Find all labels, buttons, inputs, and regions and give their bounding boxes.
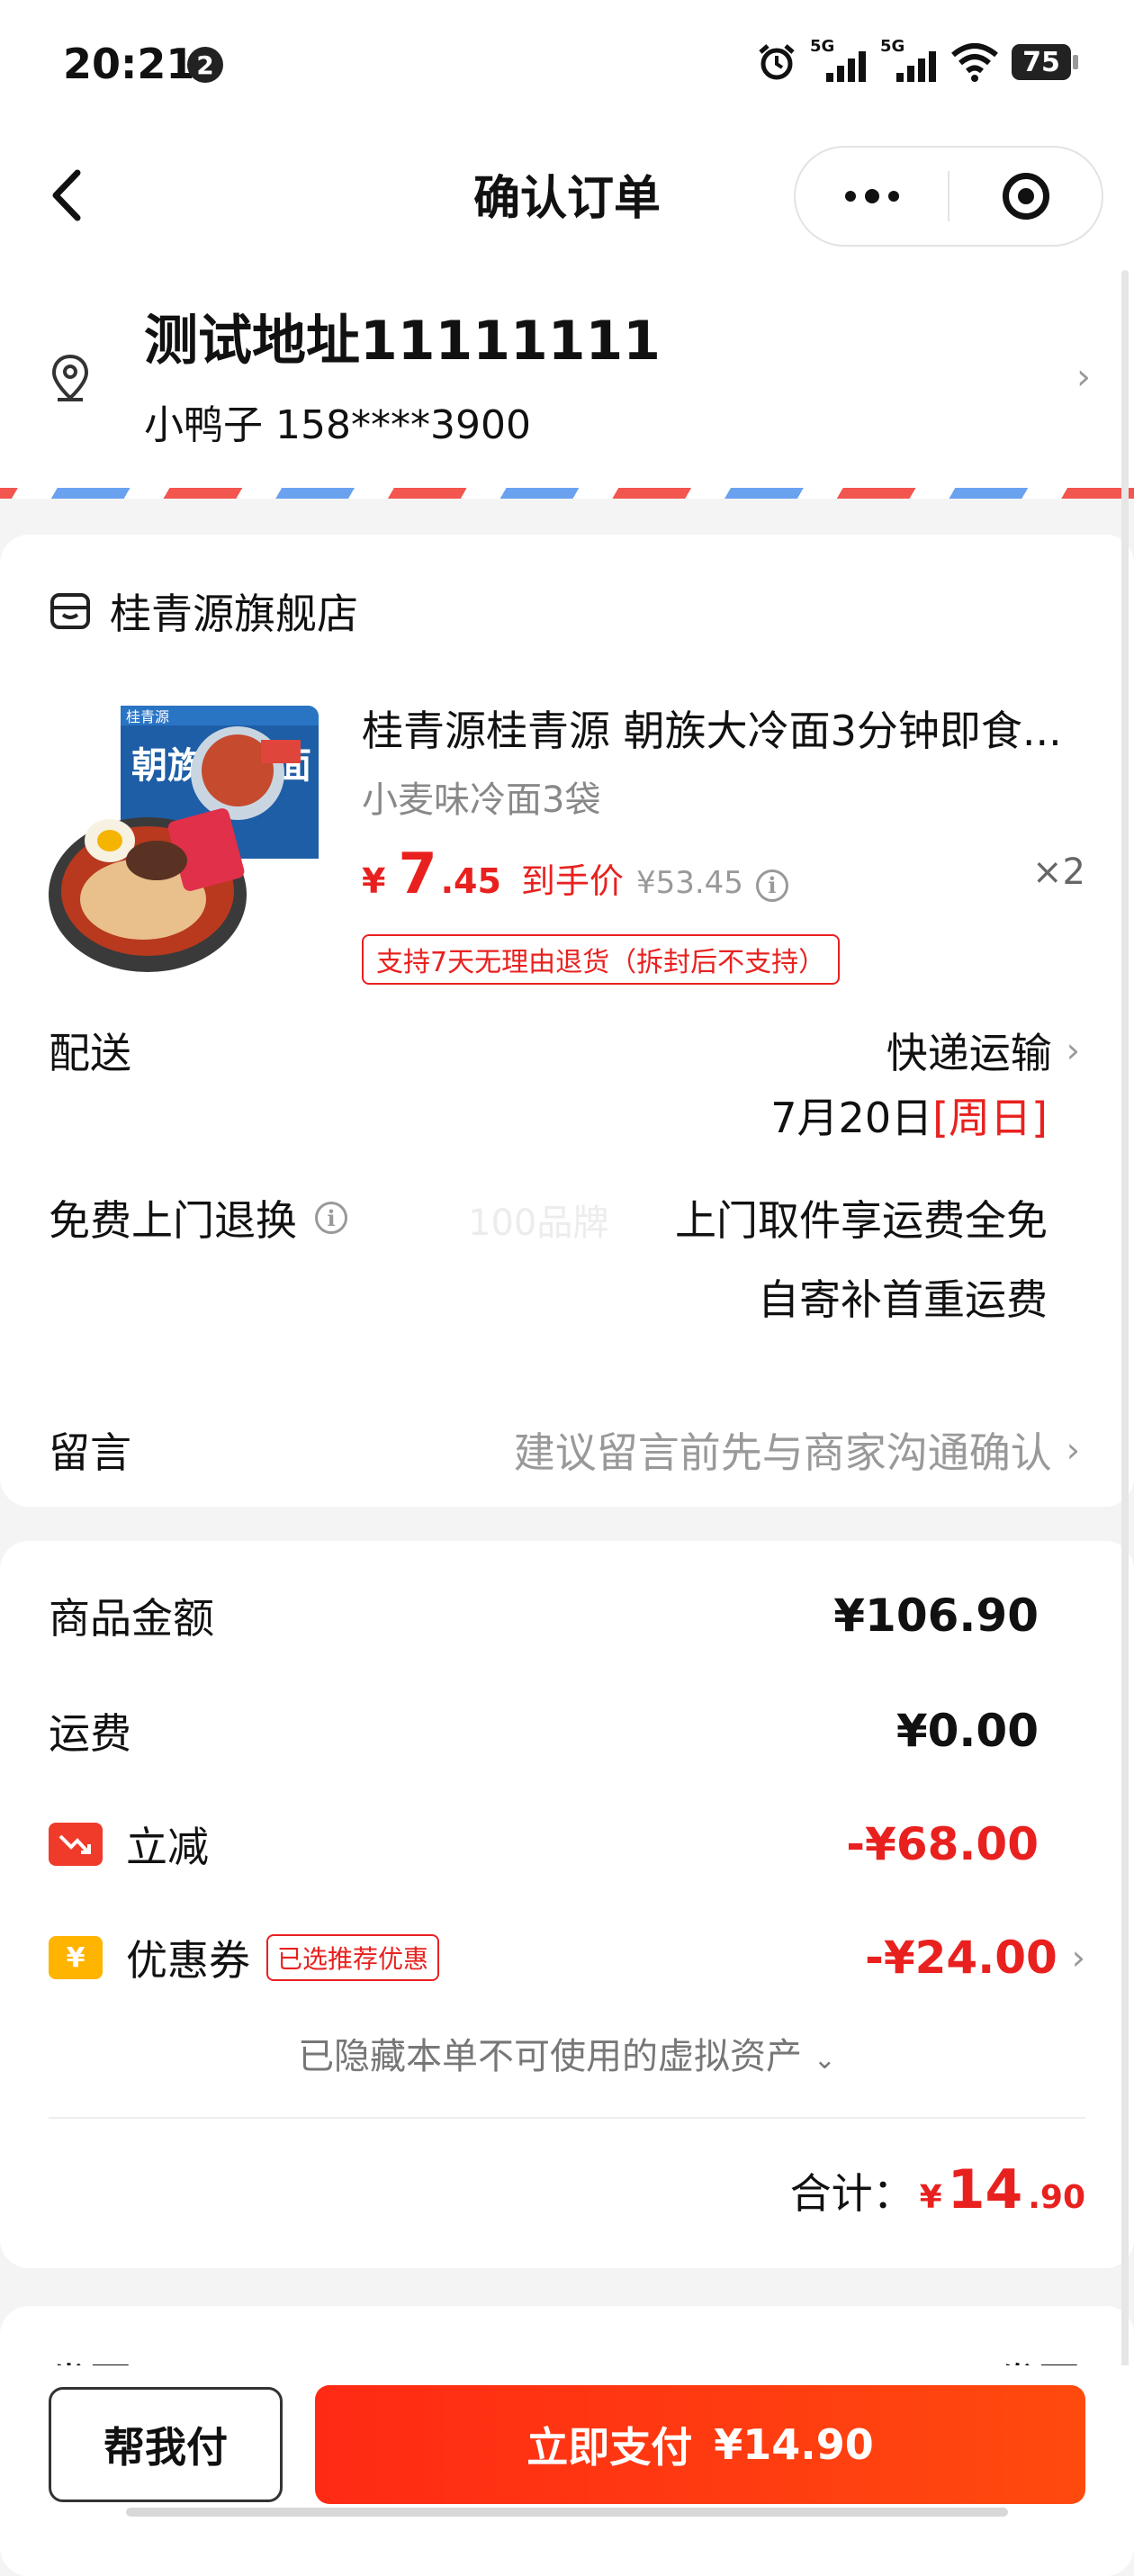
total-label: 合计： [789, 2169, 914, 2218]
delivery-method[interactable]: 快递运输 › [886, 1021, 1080, 1080]
delivery-weekday: [周日] [932, 1094, 1048, 1142]
price-integer: 7 [398, 841, 437, 906]
home-indicator[interactable] [126, 2508, 1008, 2517]
brand-watermark: 100品牌 [468, 1202, 609, 1244]
free-return-line2: 自寄补首重运费 [758, 1275, 1048, 1324]
free-return-row: 免费上门退换 i [49, 1188, 347, 1247]
delivery-method-value: 快递运输 [886, 1029, 1052, 1077]
price-row: ¥ 7 .45 到手价 ¥53.45 i [362, 841, 788, 906]
target-icon [1002, 173, 1049, 220]
goods-amount-value: ¥106.90 [833, 1590, 1039, 1642]
coupon-icon: ¥ [49, 1936, 103, 1979]
recipient-info: 小鸭子 158****3900 [144, 402, 531, 448]
hidden-assets-text: 已隐藏本单不可使用的虚拟资产 [298, 2036, 803, 2077]
store-header[interactable]: 桂青源旗舰店 [49, 581, 358, 641]
free-return-line1: 上门取件享运费全免 [675, 1196, 1048, 1245]
wifi-icon [951, 43, 998, 82]
airmail-stripe [0, 488, 1134, 499]
store-icon [50, 593, 90, 629]
location-pin-icon [51, 354, 89, 401]
return-policy-tag: 支持7天无理由退货（拆封后不支持） [362, 934, 841, 985]
coupon-row[interactable]: ¥ 优惠券 已选推荐优惠 -¥24.00 › [49, 1928, 1085, 1987]
price-info-icon[interactable]: i [755, 869, 788, 902]
chevron-right-icon: › [1076, 356, 1091, 398]
mini-program-capsule [794, 146, 1103, 247]
discount-label: 立减 [126, 1823, 209, 1871]
more-dots-icon [844, 189, 899, 203]
help-me-pay-button[interactable]: 帮我付 [49, 2387, 283, 2502]
chevron-right-icon: › [1071, 1938, 1085, 1977]
pay-now-button[interactable]: 立即支付 ¥14.90 [315, 2385, 1085, 2504]
coupon-selected-tag: 已选推荐优惠 [266, 1934, 440, 1981]
shipping-value: ¥0.00 [896, 1705, 1039, 1757]
trend-down-icon [49, 1823, 103, 1866]
total-currency: ¥ [919, 2179, 942, 2216]
alarm-icon [759, 44, 795, 80]
battery-icon: 75 [1012, 44, 1078, 80]
coupon-value: -¥24.00 [865, 1932, 1058, 1984]
price-currency: ¥ [362, 861, 386, 901]
final-price-label: 到手价 [520, 861, 624, 901]
quantity: ×2 [1032, 851, 1085, 893]
status-time: 20:21 [63, 40, 195, 88]
signal-icon-1: 5G [810, 37, 868, 82]
total-integer: 14 [947, 2158, 1023, 2221]
pay-now-amount: ¥14.90 [714, 2420, 874, 2469]
more-menu-button[interactable] [796, 148, 948, 245]
discount-row: 立减 -¥68.00 [49, 1815, 1085, 1874]
order-card: 桂青源旗舰店 桂青源 朝族大冷面 桂青源桂青源 朝族大冷面3分钟即食... 小麦… [0, 535, 1134, 1507]
goods-amount-row: 商品金额 ¥106.90 [49, 1586, 1085, 1645]
note-placeholder: 建议留言前先与商家沟通确认 [513, 1428, 1052, 1477]
shipping-row: 运费 ¥0.00 [49, 1701, 1085, 1761]
scrollbar[interactable] [1121, 270, 1129, 2376]
close-miniprogram-button[interactable] [950, 148, 1102, 245]
status-icons: 5G 5G 75 [756, 37, 1078, 83]
original-price: ¥53.45 [635, 865, 743, 901]
bottom-action-bar: 帮我付 立即支付 ¥14.90 [0, 2365, 1134, 2520]
status-bar: 20:21 2 5G 5G 75 [0, 0, 1134, 135]
delivery-date-value: 7月20日 [770, 1094, 933, 1142]
delivery-date: 7月20日[周日] [770, 1085, 1048, 1145]
note-input[interactable]: 建议留言前先与商家沟通确认 › [514, 1420, 1080, 1480]
divider [49, 2117, 1085, 2119]
product-thumbnail[interactable]: 桂青源 朝族大冷面 [49, 706, 319, 976]
chevron-down-icon: ⌄ [813, 2044, 836, 2076]
goods-amount-label: 商品金额 [49, 1594, 214, 1643]
hidden-assets-toggle[interactable]: 已隐藏本单不可使用的虚拟资产 ⌄ [0, 2027, 1134, 2079]
signal-icon-2: 5G [880, 37, 938, 82]
price-decimal: .45 [440, 861, 501, 901]
delivery-label: 配送 [49, 1029, 131, 1077]
product-title[interactable]: 桂青源桂青源 朝族大冷面3分钟即食... [362, 698, 1082, 758]
store-name: 桂青源旗舰店 [110, 590, 358, 638]
chevron-right-icon: › [1066, 1430, 1080, 1470]
note-label: 留言 [49, 1428, 131, 1477]
address-section[interactable]: 测试地址11111111 小鸭子 158****3900 › [0, 270, 1134, 495]
notification-badge: 2 [187, 47, 223, 83]
free-return-label: 免费上门退换 [49, 1196, 297, 1245]
total-decimal: .90 [1028, 2179, 1085, 2216]
chevron-right-icon: › [1066, 1031, 1080, 1070]
address-line: 测试地址11111111 [144, 310, 661, 373]
pay-now-label: 立即支付 [526, 2423, 693, 2472]
product-spec: 小麦味冷面3袋 [362, 779, 601, 821]
free-return-info-icon[interactable]: i [315, 1202, 347, 1234]
discount-value: -¥68.00 [846, 1818, 1039, 1870]
total-row: 合计： ¥ 14 .90 [790, 2158, 1085, 2221]
coupon-label: 优惠券 [126, 1936, 250, 1985]
nav-bar: 确认订单 [0, 135, 1134, 270]
amount-card: 商品金额 ¥106.90 运费 ¥0.00 立减 -¥68.00 ¥ 优惠券 已… [0, 1541, 1134, 2268]
shipping-label: 运费 [49, 1709, 131, 1758]
svg-text:桂青源: 桂青源 [126, 709, 169, 725]
